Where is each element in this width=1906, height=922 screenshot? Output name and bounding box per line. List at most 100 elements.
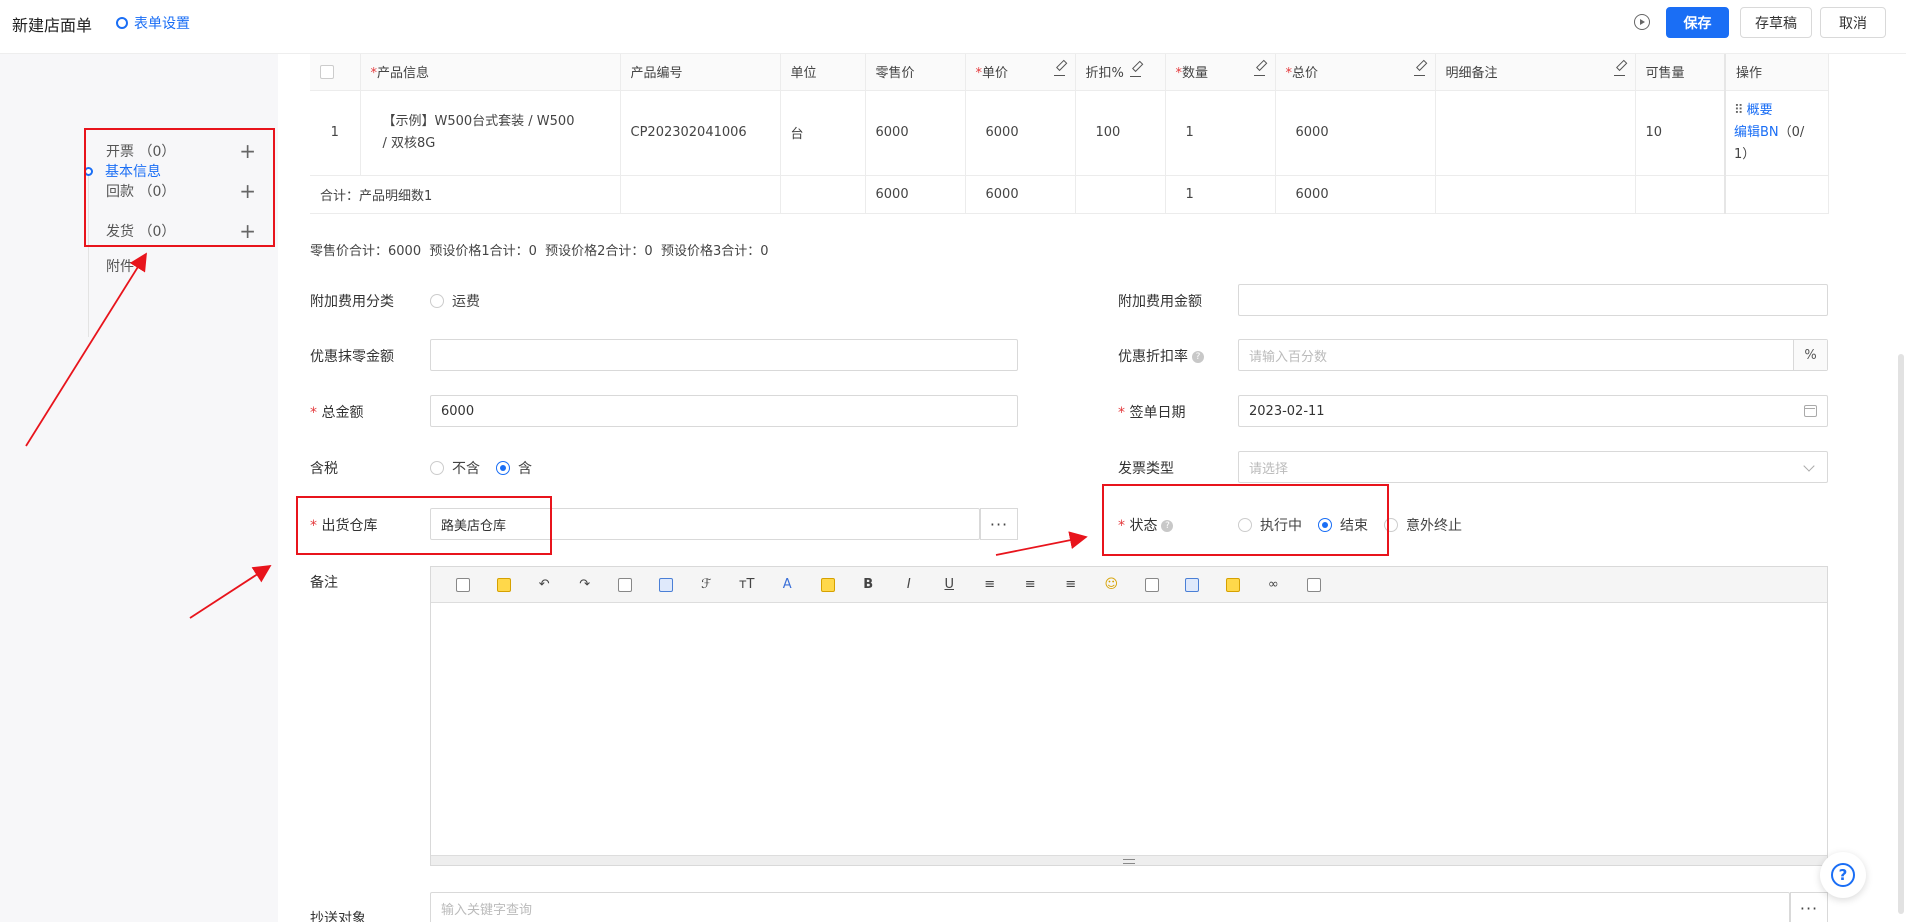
select-all-checkbox[interactable] bbox=[320, 64, 334, 79]
header: 新建店面单 表单设置 保存 存草稿 取消 bbox=[0, 0, 1906, 54]
round-off-input[interactable] bbox=[430, 339, 1018, 371]
table-icon[interactable] bbox=[1172, 573, 1213, 597]
sum-total: 6000 bbox=[1275, 175, 1436, 214]
page-title: 新建店面单 bbox=[12, 16, 93, 35]
annotation-box-status bbox=[1102, 484, 1389, 556]
cell-discount[interactable]: 100 bbox=[1075, 90, 1166, 176]
percent-suffix: % bbox=[1793, 340, 1827, 370]
help-icon[interactable]: ? bbox=[1192, 351, 1204, 363]
total-amount-input[interactable]: 6000 bbox=[430, 395, 1018, 427]
table-header-row: *产品信息 产品编号 单位 零售价 *单价 折扣% *数量 *总价 明细备注 可… bbox=[310, 54, 1829, 91]
align-right-icon[interactable]: ≡ bbox=[1051, 573, 1092, 597]
help-button[interactable]: ? bbox=[1820, 852, 1866, 898]
cell-total-price[interactable]: 6000 bbox=[1275, 90, 1436, 176]
cell-product-info[interactable]: 【示例】W500台式套装 / W500 / 双核8G bbox=[360, 90, 621, 176]
drag-handle-icon[interactable]: ⠿ bbox=[1734, 103, 1743, 118]
form-settings-label: 表单设置 bbox=[134, 16, 190, 32]
undo-icon[interactable]: ↶ bbox=[524, 573, 565, 597]
invoice-type-label: 发票类型 bbox=[1118, 461, 1174, 477]
form-settings-link[interactable]: 表单设置 bbox=[116, 13, 190, 33]
remark-label: 备注 bbox=[310, 575, 338, 591]
col-total-price: *总价 bbox=[1275, 54, 1436, 91]
bn-count: （0/ bbox=[1778, 124, 1805, 140]
row-index: 1 bbox=[310, 90, 361, 176]
edit-icon[interactable] bbox=[1129, 66, 1141, 78]
cell-unit-price[interactable]: 6000 bbox=[965, 90, 1076, 176]
cell-item-note[interactable] bbox=[1435, 90, 1636, 176]
font-size-icon[interactable]: тT bbox=[727, 573, 768, 597]
annotation-box-warehouse bbox=[296, 496, 552, 555]
edit-icon[interactable] bbox=[1613, 65, 1625, 77]
italic-icon[interactable]: I bbox=[889, 573, 930, 597]
extra-fee-amount-input[interactable] bbox=[1238, 284, 1828, 316]
col-unit-price: *单价 bbox=[965, 54, 1076, 91]
price-summary: 零售价合计：6000 预设价格1合计：0 预设价格2合计：0 预设价格3合计：0 bbox=[310, 244, 769, 259]
col-actions: 操作 bbox=[1724, 54, 1829, 91]
source-icon[interactable] bbox=[443, 573, 484, 597]
table-row: 1 【示例】W500台式套装 / W500 / 双核8G CP202302041… bbox=[310, 90, 1829, 176]
align-left-icon[interactable]: ≡ bbox=[970, 573, 1011, 597]
template-icon[interactable] bbox=[484, 573, 525, 597]
select-all-cell[interactable] bbox=[310, 54, 361, 91]
link-icon[interactable]: ∞ bbox=[1253, 573, 1294, 597]
rich-text-editor[interactable]: ↶ ↷ ℱ тT A B I U ≡ ≡ ≡ ☺ ∞ bbox=[430, 566, 1828, 866]
save-button[interactable]: 保存 bbox=[1666, 7, 1729, 38]
sum-code bbox=[620, 175, 781, 214]
nav-item-attachment[interactable]: 附件 bbox=[106, 256, 134, 276]
discount-rate-input[interactable]: 请输入百分数 % bbox=[1238, 339, 1828, 371]
invoice-type-select[interactable]: 请选择 bbox=[1238, 451, 1828, 483]
paste-icon[interactable] bbox=[605, 573, 646, 597]
save-draft-button[interactable]: 存草稿 bbox=[1740, 7, 1812, 38]
radio-freight[interactable] bbox=[430, 294, 444, 308]
font-color-icon[interactable]: A bbox=[767, 573, 808, 597]
sum-unit bbox=[780, 175, 866, 214]
cc-input[interactable]: 输入关键字查询 bbox=[430, 892, 1790, 922]
main-content: *产品信息 产品编号 单位 零售价 *单价 折扣% *数量 *总价 明细备注 可… bbox=[278, 54, 1906, 922]
warehouse-more-button[interactable]: ··· bbox=[980, 508, 1018, 540]
table-summary-row: 合计：产品明细数1 6000 6000 1 6000 bbox=[310, 175, 1829, 214]
highlight-icon[interactable] bbox=[808, 573, 849, 597]
cancel-button[interactable]: 取消 bbox=[1820, 7, 1886, 38]
underline-icon[interactable]: U bbox=[929, 573, 970, 597]
bold-icon[interactable]: B bbox=[848, 573, 889, 597]
scrollbar[interactable] bbox=[1898, 354, 1904, 914]
cell-quantity[interactable]: 1 bbox=[1165, 90, 1276, 176]
extra-fee-type-radio[interactable]: 运费 bbox=[430, 291, 480, 311]
help-icon: ? bbox=[1831, 863, 1855, 887]
fullscreen-icon[interactable] bbox=[1294, 573, 1335, 597]
editor-toolbar: ↶ ↷ ℱ тT A B I U ≡ ≡ ≡ ☺ ∞ bbox=[431, 567, 1827, 603]
tax-label: 含税 bbox=[310, 461, 338, 477]
paste-text-icon[interactable] bbox=[646, 573, 687, 597]
gear-icon bbox=[116, 17, 128, 29]
edit-icon[interactable] bbox=[1253, 65, 1265, 77]
play-icon[interactable] bbox=[1634, 14, 1650, 30]
font-family-icon[interactable]: ℱ bbox=[686, 573, 727, 597]
radio-tax-included[interactable] bbox=[496, 461, 510, 475]
edit-icon[interactable] bbox=[1413, 65, 1425, 77]
insert-line-icon[interactable] bbox=[1132, 573, 1173, 597]
radio-tax-excluded[interactable] bbox=[430, 461, 444, 475]
cell-actions: ⠿ 概要 编辑BN（0/ 1） bbox=[1724, 90, 1829, 176]
edit-icon[interactable] bbox=[1053, 65, 1065, 77]
redo-icon[interactable]: ↷ bbox=[565, 573, 606, 597]
sum-available bbox=[1635, 175, 1726, 214]
sum-discount bbox=[1075, 175, 1166, 214]
emoji-icon[interactable]: ☺ bbox=[1091, 573, 1132, 597]
cc-more-button[interactable]: ··· bbox=[1790, 892, 1828, 922]
total-amount-label: * 总金额 bbox=[310, 405, 364, 421]
col-product-info: *产品信息 bbox=[360, 54, 621, 91]
edit-bn-link[interactable]: 编辑BN bbox=[1734, 125, 1779, 140]
cell-unit: 台 bbox=[780, 90, 866, 176]
summary-link[interactable]: 概要 bbox=[1747, 103, 1773, 118]
tax-radio-group[interactable]: 不含 含 bbox=[430, 458, 532, 478]
col-item-note: 明细备注 bbox=[1435, 54, 1636, 91]
extra-fee-type-label: 附加费用分类 bbox=[310, 294, 394, 310]
editor-resize-handle[interactable] bbox=[431, 855, 1827, 865]
image-icon[interactable] bbox=[1213, 573, 1254, 597]
align-center-icon[interactable]: ≡ bbox=[1010, 573, 1051, 597]
col-available: 可售量 bbox=[1635, 54, 1726, 91]
sign-date-input[interactable]: 2023-02-11 bbox=[1238, 395, 1828, 427]
discount-rate-label: 优惠折扣率? bbox=[1118, 346, 1204, 366]
extra-fee-amount-label: 附加费用金额 bbox=[1118, 294, 1202, 310]
col-unit: 单位 bbox=[780, 54, 866, 91]
